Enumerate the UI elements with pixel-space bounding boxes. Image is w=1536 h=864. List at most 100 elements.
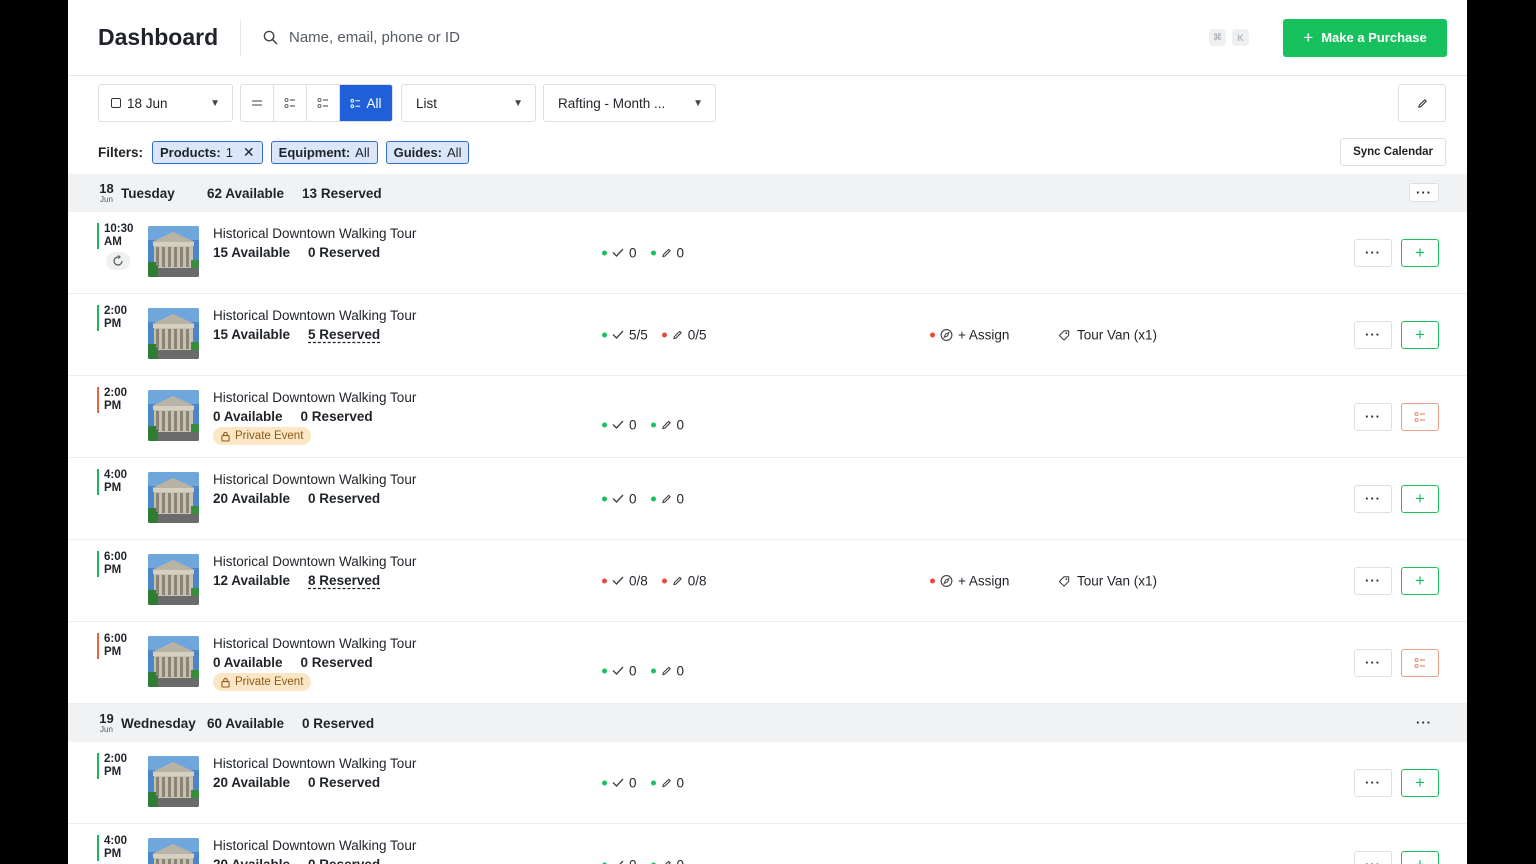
add-booking-button[interactable]: +	[1401, 566, 1439, 595]
event-reserved[interactable]: 0 Reserved	[308, 491, 380, 506]
search-input[interactable]	[289, 29, 689, 46]
pencil-icon	[661, 494, 671, 503]
tour-name[interactable]: Historical Downtown Walking Tour	[213, 554, 416, 569]
private-event-button[interactable]	[1401, 648, 1439, 677]
list-icon	[1414, 657, 1425, 668]
event-row[interactable]: 4:00 PM Historical Downtown Walking To	[68, 458, 1467, 540]
pencil-icon	[673, 576, 682, 585]
tour-name[interactable]: Historical Downtown Walking Tour	[213, 756, 416, 771]
chevron-down-icon: ▼	[693, 97, 703, 109]
filter-products-value: 1	[225, 144, 233, 160]
filter-chip-equipment[interactable]: Equipment: All	[270, 140, 378, 164]
filter-chip-products[interactable]: Products: 1 ✕	[152, 140, 263, 164]
event-reserved[interactable]: 5 Reserved	[308, 327, 380, 342]
lock-icon	[221, 677, 230, 688]
private-event-button[interactable]	[1401, 402, 1439, 431]
event-reserved[interactable]: 0 Reserved	[308, 857, 380, 864]
event-status: 0 0	[602, 857, 684, 864]
event-reserved[interactable]: 0 Reserved	[308, 775, 380, 790]
tour-name[interactable]: Historical Downtown Walking Tour	[213, 838, 416, 853]
tour-thumbnail	[148, 838, 199, 864]
view-all-label: All	[366, 95, 382, 111]
checkin-status: 5/5	[602, 327, 648, 342]
add-booking-button[interactable]: +	[1401, 320, 1439, 349]
pencil-icon	[661, 666, 671, 675]
tour-name[interactable]: Historical Downtown Walking Tour	[213, 636, 416, 651]
checkin-status: 0	[602, 491, 637, 506]
date-picker[interactable]: 18 Jun ▼	[98, 84, 233, 122]
event-reserved[interactable]: 0 Reserved	[301, 409, 373, 424]
tour-thumbnail	[148, 554, 199, 605]
day-number: 19	[99, 711, 114, 726]
event-row[interactable]: 4:00 PM Historical Downtown Walking To	[68, 824, 1467, 864]
event-time: 6:00 PM	[97, 551, 127, 577]
event-available: 0 Available	[213, 655, 283, 670]
event-more-button[interactable]: ···	[1354, 484, 1392, 513]
command-key-icon: ⌘	[1209, 29, 1226, 46]
status-dot	[602, 332, 607, 337]
event-row[interactable]: 10:30 AM Historical Downtown Walking Tou…	[68, 212, 1467, 294]
make-purchase-label: Make a Purchase	[1321, 30, 1427, 45]
event-more-button[interactable]: ···	[1354, 320, 1392, 349]
add-booking-button[interactable]: +	[1401, 238, 1439, 267]
event-more-button[interactable]: ···	[1354, 238, 1392, 267]
tour-name[interactable]: Historical Downtown Walking Tour	[213, 472, 416, 487]
close-icon[interactable]: ✕	[243, 144, 255, 161]
event-row[interactable]: 6:00 PM Historical Downtown Walking Tour…	[68, 622, 1467, 704]
assign-guide-button[interactable]: + Assign	[930, 327, 1009, 342]
sync-calendar-button[interactable]: Sync Calendar	[1340, 138, 1446, 166]
day-of-week: Wednesday	[121, 715, 196, 731]
add-booking-button[interactable]: +	[1401, 850, 1439, 864]
add-booking-button[interactable]: +	[1401, 484, 1439, 513]
header-divider	[240, 19, 241, 56]
event-time: 4:00 PM	[97, 469, 127, 495]
event-more-button[interactable]: ···	[1354, 768, 1392, 797]
day-more-button[interactable]: ···	[1409, 183, 1439, 202]
page-title: Dashboard	[98, 24, 219, 50]
day-more-button[interactable]: ···	[1409, 713, 1439, 732]
search-bar[interactable]	[263, 29, 1209, 46]
status-dot	[602, 578, 607, 583]
event-row[interactable]: 2:00 PM Historical Downtown Walking Tour…	[68, 376, 1467, 458]
checkin-status: 0	[602, 663, 637, 678]
waiver-status: 0	[650, 417, 684, 432]
plus-icon: +	[1415, 856, 1425, 864]
calendar-select[interactable]: Rafting - Month ... ▼	[543, 84, 716, 122]
tour-name[interactable]: Historical Downtown Walking Tour	[213, 390, 416, 405]
event-more-button[interactable]: ···	[1354, 566, 1392, 595]
equipment-item[interactable]: Tour Van (x1)	[1058, 327, 1157, 342]
assign-guide-button[interactable]: + Assign	[930, 573, 1009, 588]
event-reserved[interactable]: 8 Reserved	[308, 573, 380, 588]
check-icon	[612, 330, 624, 340]
event-time-ampm: PM	[104, 564, 122, 576]
event-row[interactable]: 2:00 PM Historical Downtown Walking Tour…	[68, 742, 1467, 824]
layout-select[interactable]: List ▼	[401, 84, 536, 122]
event-more-button[interactable]: ···	[1354, 402, 1392, 431]
event-reserved[interactable]: 0 Reserved	[308, 245, 380, 260]
add-booking-button[interactable]: +	[1401, 768, 1439, 797]
toolbar: 18 Jun ▼ All List ▼ Rafting - Month ...	[68, 76, 1467, 130]
view-partial-button[interactable]	[274, 85, 307, 121]
assign-label: + Assign	[958, 573, 1010, 588]
view-all-button[interactable]: All	[340, 85, 392, 121]
filter-chip-guides[interactable]: Guides: All	[385, 140, 470, 164]
view-pending-button[interactable]	[307, 85, 340, 121]
event-row[interactable]: 2:00 PM Historical Downtown Walking Tour…	[68, 294, 1467, 376]
tour-name[interactable]: Historical Downtown Walking Tour	[213, 226, 416, 241]
edit-button[interactable]	[1398, 84, 1446, 122]
event-status: 0 0	[602, 417, 684, 432]
checkin-count: 0	[629, 775, 637, 790]
event-reserved[interactable]: 0 Reserved	[301, 655, 373, 670]
view-checked-in-button[interactable]	[241, 85, 274, 121]
event-time: 6:00 PM	[97, 633, 127, 659]
make-purchase-button[interactable]: + Make a Purchase	[1283, 18, 1447, 57]
event-more-button[interactable]: ···	[1354, 850, 1392, 864]
event-more-button[interactable]: ···	[1354, 648, 1392, 677]
plus-icon: +	[1415, 325, 1425, 344]
waiver-status: 0	[650, 245, 684, 260]
event-row[interactable]: 6:00 PM Historical Downtown Walking Tour…	[68, 540, 1467, 622]
status-dot	[930, 578, 935, 583]
check-icon	[612, 420, 624, 430]
equipment-item[interactable]: Tour Van (x1)	[1058, 573, 1157, 588]
tour-name[interactable]: Historical Downtown Walking Tour	[213, 308, 416, 323]
